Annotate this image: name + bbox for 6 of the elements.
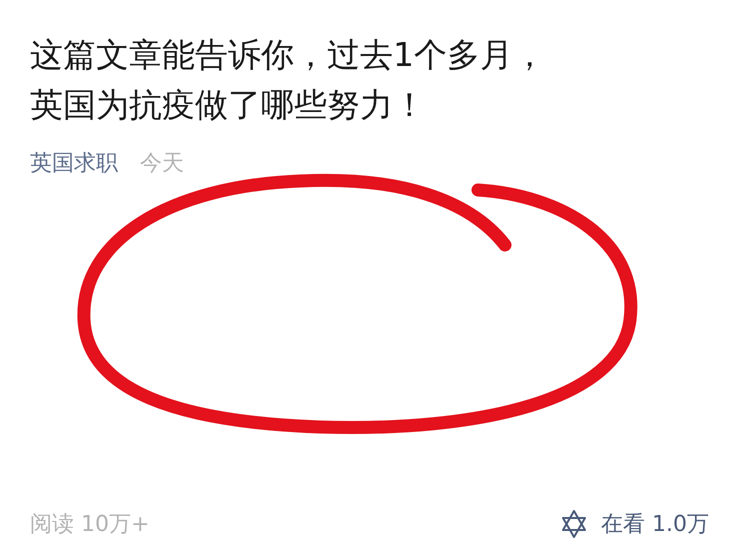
article-title: 这篇文章能告诉你，过去1个多月， [30,34,546,76]
publish-time: 今天 [140,150,184,178]
read-count: 阅读 10万+ [30,511,150,539]
account-name-link[interactable]: 英国求职 [30,148,118,178]
article-title: 英国为抗疫做了哪些努力！ [30,84,426,126]
watching-count: 在看 1.0万 [601,511,709,539]
